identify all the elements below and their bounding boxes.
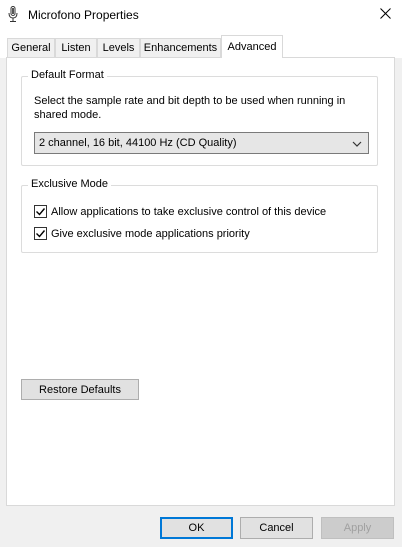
cancel-button[interactable]: Cancel	[240, 517, 313, 539]
restore-defaults-button[interactable]: Restore Defaults	[21, 379, 139, 400]
properties-window: Microfono Properties General Listen Leve…	[0, 0, 402, 547]
microphone-icon	[8, 6, 18, 23]
exclusive-priority-checkbox[interactable]	[34, 227, 47, 240]
allow-exclusive-checkbox[interactable]	[34, 205, 47, 218]
tab-levels[interactable]: Levels	[97, 38, 140, 57]
tab-advanced[interactable]: Advanced	[221, 35, 283, 58]
default-format-heading: Default Format	[28, 69, 107, 81]
allow-exclusive-control-option[interactable]: Allow applications to take exclusive con…	[34, 205, 326, 218]
format-dropdown[interactable]: 2 channel, 16 bit, 44100 Hz (CD Quality)	[34, 132, 369, 154]
format-dropdown-value: 2 channel, 16 bit, 44100 Hz (CD Quality)	[39, 137, 237, 149]
exclusive-priority-option[interactable]: Give exclusive mode applications priorit…	[34, 227, 250, 240]
ok-button[interactable]: OK	[160, 517, 233, 539]
chevron-down-icon	[352, 139, 362, 147]
window-title: Microfono Properties	[28, 8, 139, 22]
default-format-group: Default Format Select the sample rate an…	[21, 69, 378, 166]
tab-listen[interactable]: Listen	[55, 38, 97, 57]
checkmark-icon	[36, 208, 46, 216]
tab-enhancements[interactable]: Enhancements	[140, 38, 221, 57]
checkmark-icon	[36, 230, 46, 238]
exclusive-mode-group: Exclusive Mode Allow applications to tak…	[21, 178, 378, 253]
title-bar: Microfono Properties	[0, 0, 402, 30]
apply-button[interactable]: Apply	[321, 517, 394, 539]
close-button[interactable]	[368, 0, 402, 30]
tab-strip: General Listen Levels Enhancements Advan…	[0, 30, 402, 58]
exclusive-priority-label: Give exclusive mode applications priorit…	[51, 227, 250, 240]
allow-exclusive-label: Allow applications to take exclusive con…	[51, 205, 327, 218]
default-format-description: Select the sample rate and bit depth to …	[34, 95, 346, 121]
close-icon	[379, 8, 391, 22]
tab-general[interactable]: General	[7, 38, 55, 57]
exclusive-mode-heading: Exclusive Mode	[28, 178, 112, 190]
advanced-panel: Default Format Select the sample rate an…	[6, 57, 395, 506]
